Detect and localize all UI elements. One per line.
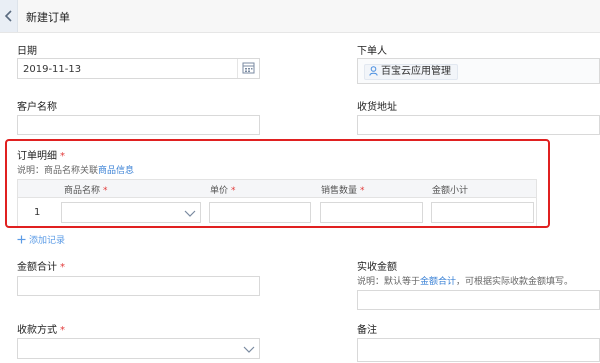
payment-label-text: 收款方式 — [17, 325, 57, 336]
required-mark: * — [60, 262, 65, 273]
required-mark: * — [60, 151, 65, 162]
orderer-label: 下单人 — [357, 46, 387, 57]
orderer-field[interactable]: 百宝云应用管理 — [357, 58, 600, 84]
subtotal-input[interactable] — [431, 202, 534, 223]
required-mark: * — [231, 186, 236, 196]
payment-label: 收款方式 * — [17, 321, 65, 336]
total-amount-link[interactable]: 金额合计 — [420, 277, 456, 287]
dropdown-button[interactable] — [239, 339, 259, 358]
add-record-label: 添加记录 — [29, 236, 66, 246]
column-header-product: 商品名称 * — [64, 183, 108, 196]
required-mark: * — [60, 325, 65, 336]
customer-input[interactable] — [17, 115, 260, 135]
customer-label: 客户名称 — [17, 102, 57, 113]
chevron-left-icon — [4, 10, 12, 22]
user-name: 百宝云应用管理 — [381, 66, 451, 77]
page-title: 新建订单 — [26, 11, 70, 24]
calendar-icon — [242, 62, 255, 74]
address-label: 收货地址 — [357, 102, 397, 113]
chevron-down-icon — [243, 346, 255, 353]
total-input[interactable] — [17, 276, 260, 296]
details-note: 说明：商品名称关联商品信息 — [17, 163, 134, 176]
dropdown-button[interactable] — [180, 203, 200, 222]
total-label: 金额合计 * — [17, 258, 65, 273]
details-label-text: 订单明细 — [17, 151, 57, 162]
product-info-link[interactable]: 商品信息 — [98, 166, 134, 176]
received-note-prefix: 说明：默认等于 — [357, 277, 421, 287]
top-bar — [0, 0, 600, 33]
total-label-text: 金额合计 — [17, 262, 57, 273]
chevron-down-icon — [184, 210, 196, 217]
column-header-price: 单价 * — [210, 183, 236, 196]
product-select[interactable] — [61, 202, 201, 223]
user-tag: 百宝云应用管理 — [364, 64, 458, 80]
details-table-header: 商品名称 * 单价 * 销售数量 * 金额小计 — [17, 179, 537, 198]
required-mark: * — [103, 186, 108, 196]
price-input[interactable] — [209, 202, 311, 223]
received-label: 实收金额 — [357, 262, 397, 273]
user-icon — [369, 66, 378, 76]
column-header-text: 金额小计 — [432, 186, 469, 196]
remark-textarea[interactable] — [357, 338, 600, 362]
date-label: 日期 — [17, 46, 37, 57]
received-note: 说明：默认等于金额合计，可根据实际收款金额填写。 — [357, 274, 573, 287]
details-note-text: 说明：商品名称关联 — [17, 166, 99, 176]
column-header-text: 商品名称 — [64, 186, 101, 196]
received-note-suffix: ，可根据实际收款金额填写。 — [456, 277, 574, 287]
received-input[interactable] — [357, 290, 600, 310]
column-header-text: 销售数量 — [321, 186, 358, 196]
required-mark: * — [360, 186, 365, 196]
remark-label: 备注 — [357, 325, 377, 336]
address-input[interactable] — [357, 115, 600, 135]
payment-select[interactable] — [17, 338, 260, 359]
back-button[interactable] — [0, 0, 18, 32]
date-value: 2019-11-13 — [23, 64, 82, 75]
plus-icon — [17, 235, 26, 244]
row-index: 1 — [34, 207, 41, 218]
details-label: 订单明细 * — [17, 147, 65, 162]
quantity-input[interactable] — [320, 202, 423, 223]
date-field[interactable]: 2019-11-13 — [17, 58, 260, 79]
column-header-subtotal: 金额小计 — [432, 183, 471, 196]
add-record-button[interactable]: 添加记录 — [17, 233, 65, 246]
calendar-button[interactable] — [237, 59, 259, 78]
column-header-quantity: 销售数量 * — [321, 183, 365, 196]
column-header-text: 单价 — [210, 186, 229, 196]
